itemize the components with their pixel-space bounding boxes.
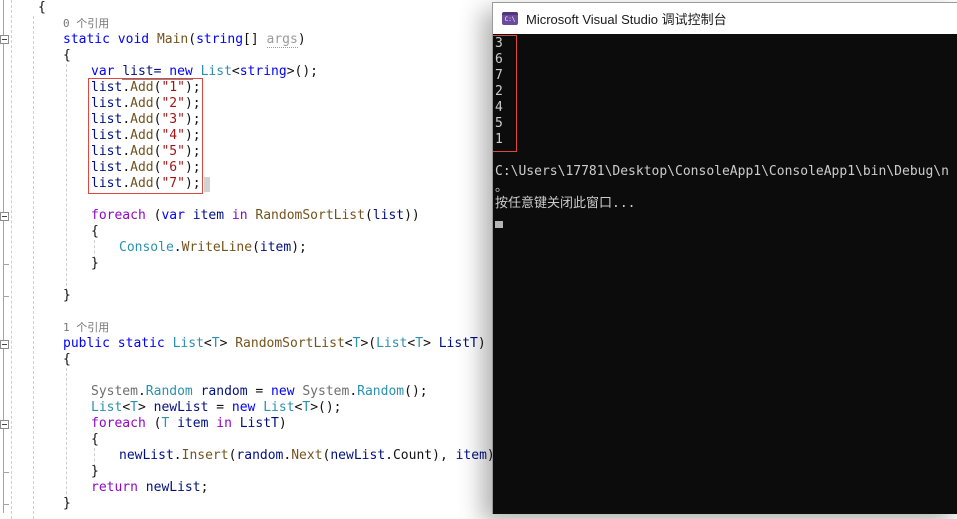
console-window[interactable]: C:\ Microsoft Visual Studio 调试控制台 367245… [492, 2, 957, 514]
console-path-line: C:\Users\17781\Desktop\ConsoleApp1\Conso… [495, 164, 949, 179]
console-wrap-line: 。 [495, 180, 509, 195]
console-body[interactable]: 3672451 C:\Users\17781\Desktop\ConsoleAp… [493, 34, 957, 514]
console-titlebar[interactable]: C:\ Microsoft Visual Studio 调试控制台 [493, 3, 957, 34]
console-title: Microsoft Visual Studio 调试控制台 [526, 12, 727, 27]
console-output-line: 4 [495, 100, 503, 115]
console-output: 3672451 [495, 36, 957, 148]
console-output-line: 5 [495, 116, 503, 131]
text-caret [204, 177, 210, 192]
console-output-line: 6 [495, 52, 503, 67]
console-cursor [495, 221, 503, 228]
console-output-line: 3 [495, 36, 503, 51]
console-prompt-line: 按任意键关闭此窗口... [495, 196, 636, 211]
console-output-line: 7 [495, 68, 503, 83]
console-output-line: 2 [495, 84, 503, 99]
screen: {0 个引用 static void Main(string[] args){va… [0, 0, 957, 519]
console-output-line: 1 [495, 132, 503, 147]
annotation-box-output [493, 35, 517, 152]
console-icon: C:\ [502, 12, 518, 25]
